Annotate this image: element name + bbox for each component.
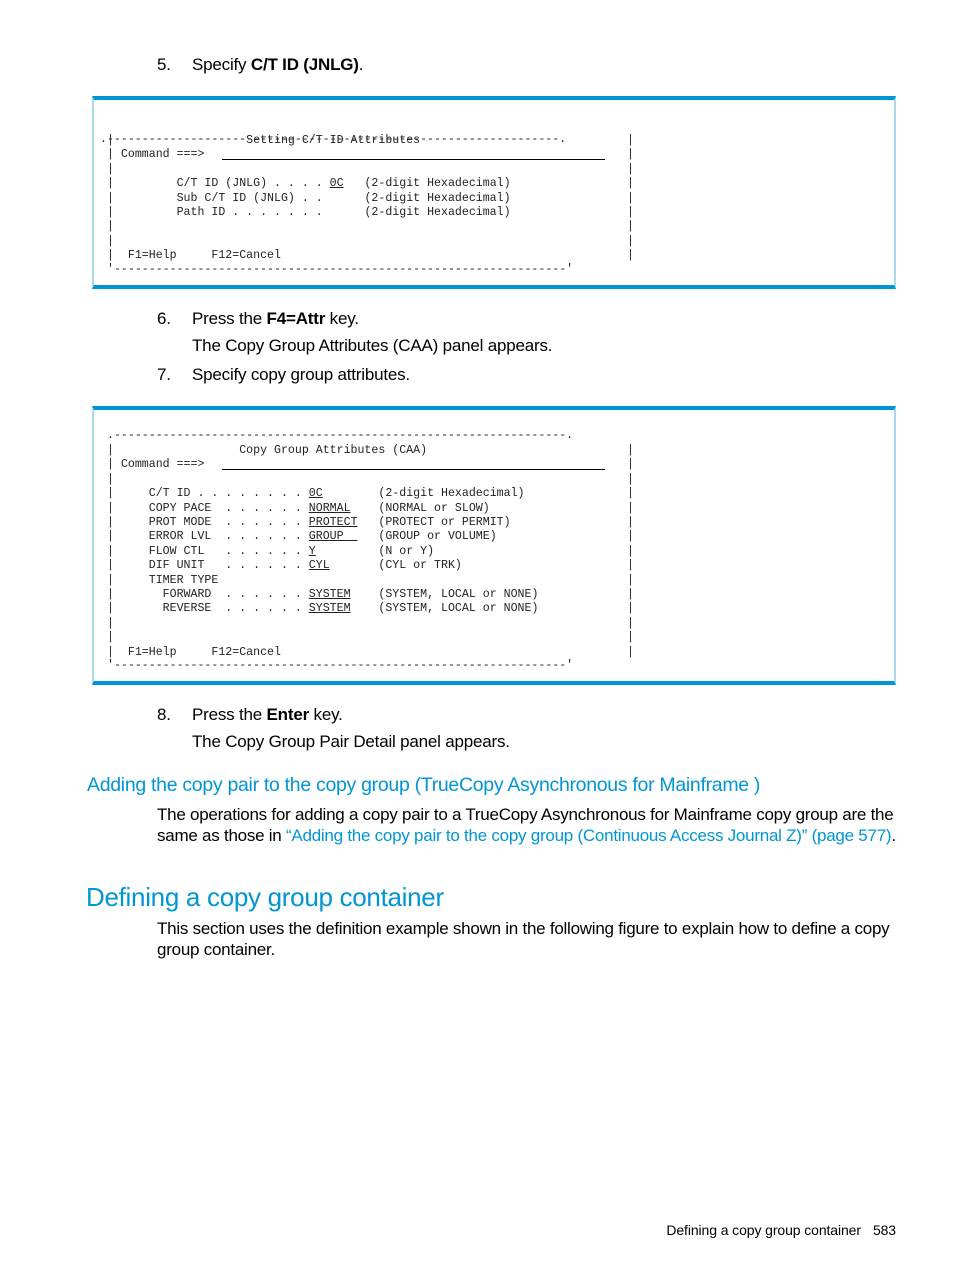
command-label: Command ===> bbox=[120, 148, 205, 162]
step-6: 6. Press the F4=Attr key. bbox=[157, 309, 359, 329]
page-footer: Defining a copy group container 583 bbox=[666, 1222, 896, 1238]
field-label: C/T ID . . . . . . . . bbox=[148, 487, 302, 501]
panel-side: | bbox=[107, 134, 114, 147]
panel-border-top: .---------------------------------------… bbox=[107, 429, 574, 442]
step-number: 5. bbox=[157, 55, 171, 74]
section-tca-paragraph: The operations for adding a copy pair to… bbox=[157, 804, 902, 846]
field-hint: (SYSTEM, LOCAL or NONE) bbox=[378, 588, 539, 602]
panel-1-body: | Setting C/T ID Attributes | Command ==… bbox=[107, 134, 511, 263]
step-text: . bbox=[358, 55, 364, 74]
field-label: DIF UNIT . . . . . . bbox=[148, 559, 302, 573]
field-hint: (GROUP or VOLUME) bbox=[378, 530, 497, 544]
field-value-forward[interactable]: SYSTEM bbox=[309, 588, 351, 601]
step-bold-term: F4=Attr bbox=[266, 309, 326, 328]
field-label: ERROR LVL . . . . . . bbox=[148, 530, 302, 544]
step-6-note: The Copy Group Attributes (CAA) panel ap… bbox=[192, 336, 553, 355]
step-7: 7. Specify copy group attributes. bbox=[157, 365, 410, 385]
command-input[interactable] bbox=[222, 469, 605, 470]
function-keys: F1=Help F12=Cancel bbox=[127, 645, 281, 659]
step-text: key. bbox=[309, 705, 343, 724]
step-text: Specify bbox=[192, 55, 251, 74]
panel-2-body: | Copy Group Attributes (CAA) | Command … bbox=[107, 444, 539, 659]
footer-title: Defining a copy group container bbox=[666, 1222, 861, 1238]
field-label: Path ID . . . . . . . bbox=[176, 206, 323, 220]
step-number: 7. bbox=[157, 365, 171, 384]
field-hint: (2-digit Hexadecimal) bbox=[364, 206, 511, 220]
paragraph-text: . bbox=[891, 826, 896, 845]
cross-reference-link[interactable]: “Adding the copy pair to the copy group … bbox=[286, 826, 892, 845]
step-bold-term: C/T ID (JNLG) bbox=[250, 55, 359, 74]
step-text: key. bbox=[325, 309, 359, 328]
field-label: Sub C/T ID (JNLG) . . bbox=[176, 191, 323, 205]
field-label: FORWARD . . . . . . bbox=[148, 588, 302, 602]
panel-title: Copy Group Attributes (CAA) bbox=[239, 444, 428, 457]
field-value-dif-unit[interactable]: CYL bbox=[309, 559, 330, 572]
field-label: C/T ID (JNLG) . . . . bbox=[176, 177, 323, 191]
field-value-flow-ctl[interactable]: Y bbox=[309, 545, 316, 558]
field-hint: (CYL or TRK) bbox=[378, 559, 462, 573]
step-5: 5. Specify C/T ID (JNLG). bbox=[157, 55, 363, 75]
field-value-prot-mode[interactable]: PROTECT bbox=[309, 516, 358, 529]
step-8: 8. Press the Enter key. bbox=[157, 705, 343, 725]
field-hint: (SYSTEM, LOCAL or NONE) bbox=[378, 602, 539, 616]
panel-2-right-side: | | | | | | | | | | | | | | | bbox=[627, 444, 634, 659]
section-heading-container: Defining a copy group container bbox=[86, 882, 444, 912]
field-hint: (2-digit Hexadecimal) bbox=[364, 177, 511, 191]
function-keys: F1=Help F12=Cancel bbox=[127, 249, 281, 263]
step-text: Specify copy group attributes. bbox=[192, 365, 410, 384]
field-hint: (PROTECT or PERMIT) bbox=[378, 516, 511, 530]
field-label: TIMER TYPE bbox=[148, 573, 219, 587]
section-heading-tca: Adding the copy pair to the copy group (… bbox=[87, 774, 761, 796]
field-label: COPY PACE . . . . . . bbox=[148, 501, 302, 515]
step-bold-term: Enter bbox=[266, 705, 310, 724]
command-label: Command ===> bbox=[120, 458, 205, 472]
field-value-copy-pace[interactable]: NORMAL bbox=[309, 502, 351, 515]
step-8-note: The Copy Group Pair Detail panel appears… bbox=[192, 732, 510, 751]
panel-title: Setting C/T ID Attributes bbox=[246, 134, 421, 147]
field-label: REVERSE . . . . . . bbox=[148, 602, 302, 616]
command-input[interactable] bbox=[222, 159, 605, 160]
panel-border-bottom: '---------------------------------------… bbox=[107, 659, 574, 672]
section-container-paragraph: This section uses the definition example… bbox=[157, 919, 890, 959]
field-label: PROT MODE . . . . . . bbox=[148, 516, 302, 530]
step-text: Press the bbox=[192, 705, 267, 724]
step-number: 8. bbox=[157, 705, 171, 724]
field-hint: (N or Y) bbox=[378, 544, 435, 558]
field-hint: (NORMAL or SLOW) bbox=[378, 501, 490, 515]
field-hint: (2-digit Hexadecimal) bbox=[378, 487, 525, 501]
page-number: 583 bbox=[872, 1222, 896, 1238]
panel-border-bottom: '---------------------------------------… bbox=[107, 263, 574, 276]
field-value-ct-id[interactable]: 0C bbox=[309, 487, 323, 500]
field-label: FLOW CTL . . . . . . bbox=[148, 544, 302, 558]
step-text: Press the bbox=[192, 309, 267, 328]
field-value-reverse[interactable]: SYSTEM bbox=[309, 602, 351, 615]
field-value-error-lvl[interactable]: GROUP bbox=[309, 530, 358, 543]
field-value-ct-id[interactable]: 0C bbox=[330, 177, 344, 190]
step-number: 6. bbox=[157, 309, 171, 328]
field-hint: (2-digit Hexadecimal) bbox=[364, 191, 511, 205]
panel-1-right-side: | | | | | | | | | bbox=[627, 134, 634, 263]
